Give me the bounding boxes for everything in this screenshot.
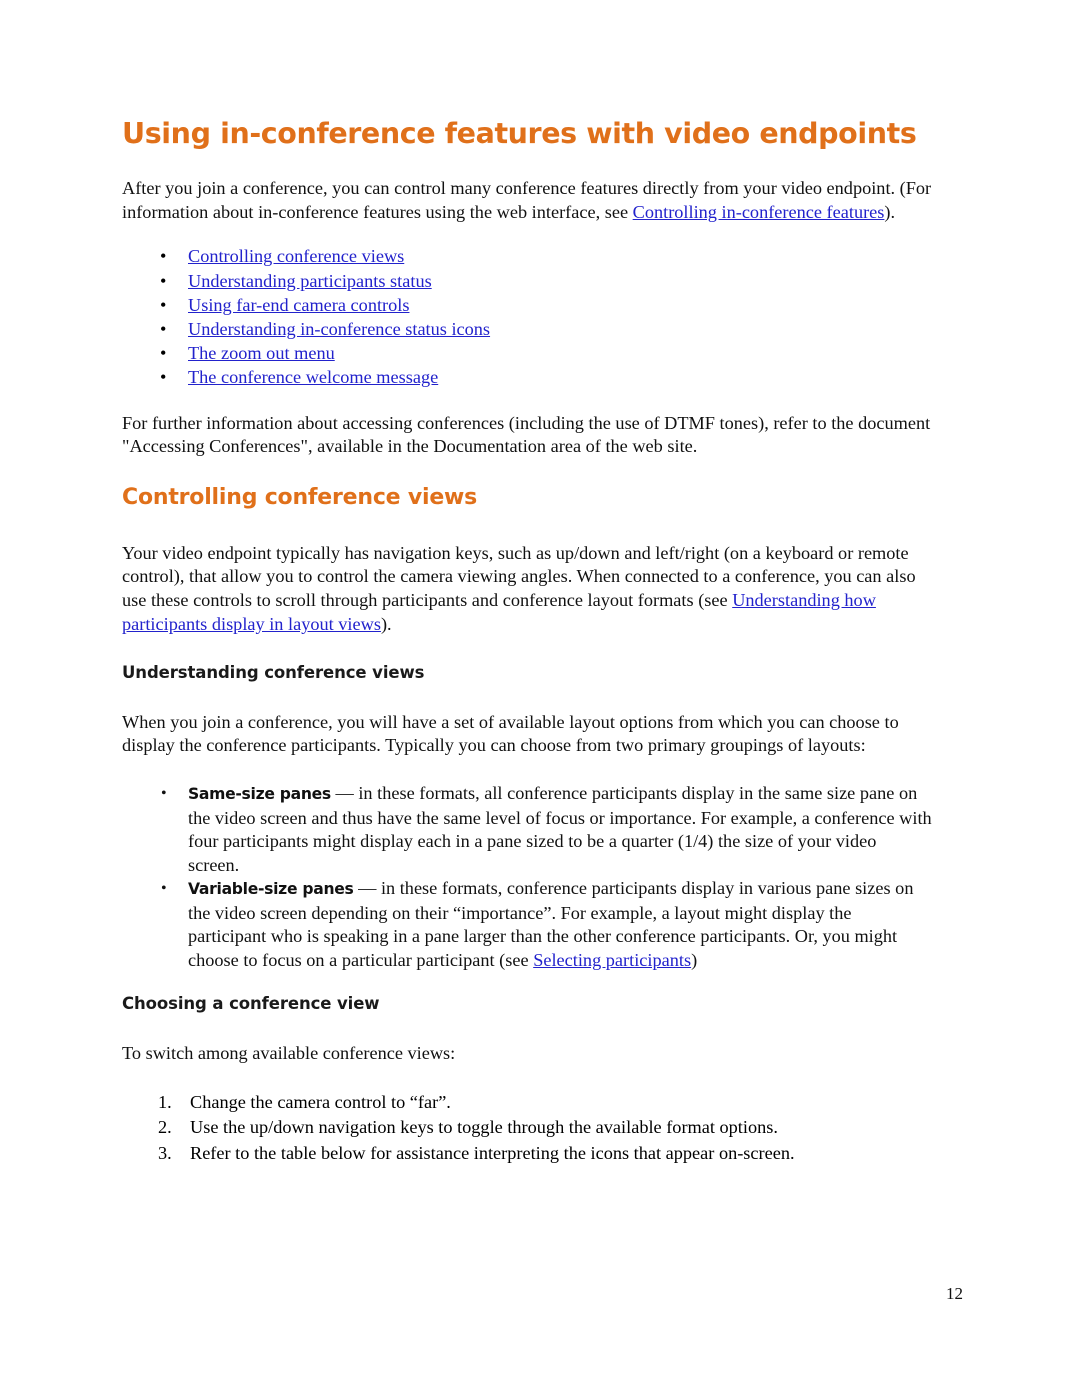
section-heading-controlling-conference-views: Controlling conference views — [122, 485, 478, 511]
understanding-paragraph: When you join a conference, you will hav… — [122, 711, 899, 756]
bullet-icon: • — [161, 785, 167, 803]
page-number: 12 — [946, 1284, 963, 1303]
bullet-icon: • — [161, 880, 167, 898]
link-the-conference-welcome-message[interactable]: The conference welcome message — [188, 367, 438, 387]
controlling-paragraph: Your video endpoint typically has naviga… — [122, 542, 932, 637]
link-controlling-conference-views[interactable]: Controlling conference views — [188, 246, 404, 266]
list-item: 1. Change the camera control to “far”. — [122, 1090, 932, 1116]
step-text: Use the up/down navigation keys to toggl… — [190, 1117, 778, 1138]
link-understanding-participants-status[interactable]: Understanding participants status — [188, 271, 432, 291]
step-text: Change the camera control to “far”. — [190, 1091, 451, 1112]
page-content: Using in-conference features with video … — [122, 117, 932, 1167]
step-number: 1. — [158, 1091, 172, 1112]
subheading-choosing-a-conference-view: Choosing a conference view — [122, 994, 380, 1014]
subheading-understanding-conference-views: Understanding conference views — [122, 662, 425, 682]
pane-type-list: • Same-size panes — in these formats, all… — [122, 782, 932, 972]
list-item: • Same-size panes — in these formats, all… — [122, 782, 932, 877]
bullet-icon: • — [160, 246, 167, 267]
list-item: 3. Refer to the table below for assistanc… — [122, 1141, 932, 1167]
further-information-paragraph: For further information about accessing … — [122, 412, 931, 457]
em-dash: — — [353, 878, 381, 899]
intro-text-after: ). — [884, 201, 896, 222]
step-number: 3. — [158, 1142, 172, 1163]
step-number: 2. — [158, 1117, 172, 1138]
list-item: 2. Use the up/down navigation keys to tog… — [122, 1115, 932, 1141]
bullet-icon: • — [160, 294, 167, 315]
step-text: Refer to the table below for assistance … — [190, 1142, 795, 1163]
list-item: • The zoom out menu — [122, 341, 932, 365]
bullet-icon: • — [160, 343, 167, 364]
list-item: • Controlling conference views — [122, 244, 932, 268]
variable-size-panes-description-after: ) — [691, 949, 698, 970]
choosing-intro-paragraph: To switch among available conference vie… — [122, 1042, 456, 1063]
intro-paragraph: After you join a conference, you can con… — [122, 177, 932, 225]
term-same-size-panes: Same-size panes — [188, 785, 331, 804]
term-variable-size-panes: Variable-size panes — [188, 880, 354, 899]
list-item: • Variable-size panes — in these formats,… — [122, 877, 932, 972]
bullet-icon: • — [160, 318, 167, 339]
em-dash: — — [330, 783, 359, 804]
list-item: • Understanding participants status — [122, 269, 932, 293]
bullet-icon: • — [160, 270, 167, 291]
page-title: Using in-conference features with video … — [122, 117, 917, 150]
list-item: • Using far-end camera controls — [122, 293, 932, 317]
controlling-text-after: ). — [380, 613, 392, 634]
steps-list: 1. Change the camera control to “far”. 2.… — [122, 1090, 932, 1167]
list-item: • Understanding in-conference status icon… — [122, 317, 932, 341]
link-using-far-end-camera-controls[interactable]: Using far-end camera controls — [188, 295, 409, 315]
bullet-icon: • — [160, 367, 167, 388]
toc-link-list: • Controlling conference views • Understan… — [122, 244, 932, 389]
list-item: • The conference welcome message — [122, 365, 932, 389]
document-page: Using in-conference features with video … — [0, 0, 1080, 1397]
link-the-zoom-out-menu[interactable]: The zoom out menu — [188, 343, 335, 363]
link-controlling-in-conference-features[interactable]: Controlling in-conference features — [633, 202, 885, 222]
link-understanding-in-conference-status-icons[interactable]: Understanding in-conference status icons — [188, 319, 490, 339]
link-selecting-participants[interactable]: Selecting participants — [533, 950, 691, 970]
